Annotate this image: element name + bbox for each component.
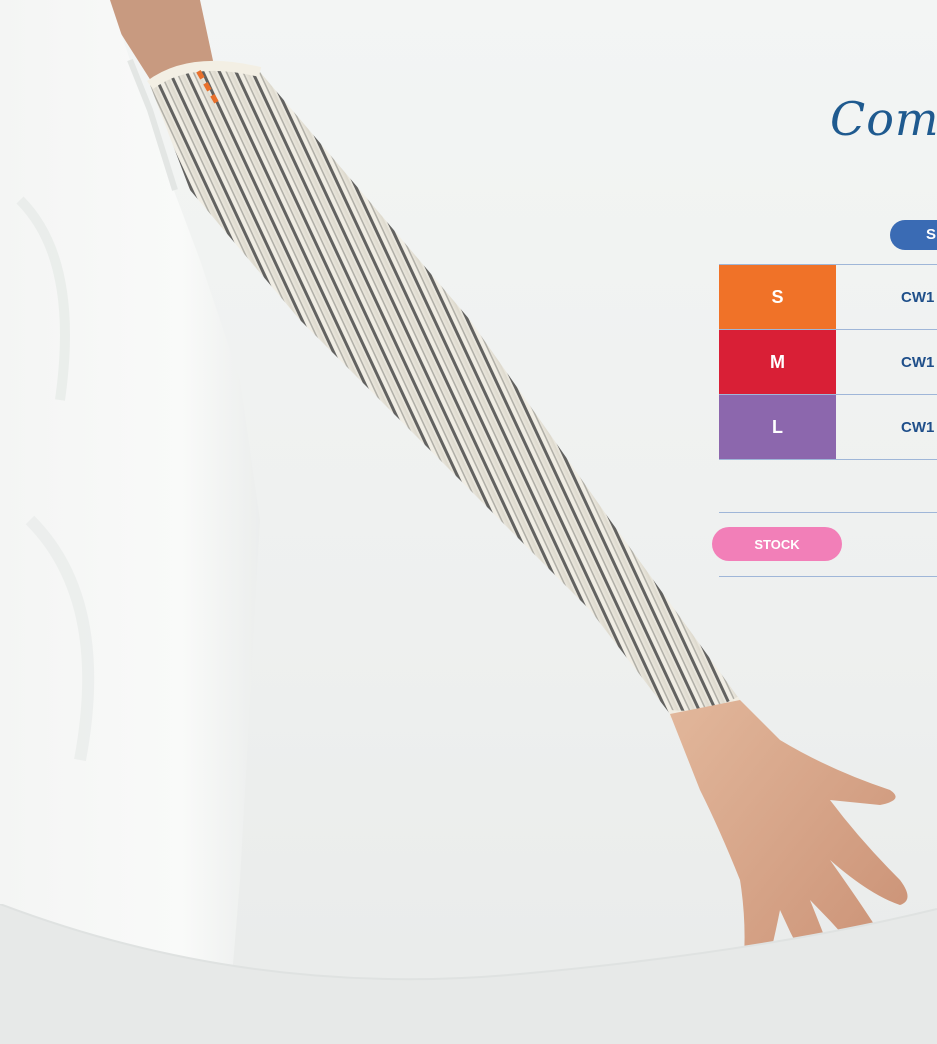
stock-divider-top [719,512,937,513]
size-cell-s: S [719,265,836,329]
size-row-l: L CW1 [719,395,937,460]
product-title: Com [830,92,937,146]
product-code-s: CW1 [901,288,935,306]
size-table: S CW1 M CW1 L CW1 [719,264,937,460]
product-code-l: CW1 [901,418,935,436]
bottom-wave [0,904,937,1044]
size-row-m: M CW1 [719,330,937,395]
product-photo [0,0,908,1000]
stock-badge: STOCK [712,527,842,561]
size-header-pill: S [890,220,937,250]
size-row-s: S CW1 [719,264,937,330]
product-code-m: CW1 [901,353,935,371]
stock-divider-bottom [719,576,937,577]
size-cell-m: M [719,330,836,394]
size-cell-l: L [719,395,836,459]
